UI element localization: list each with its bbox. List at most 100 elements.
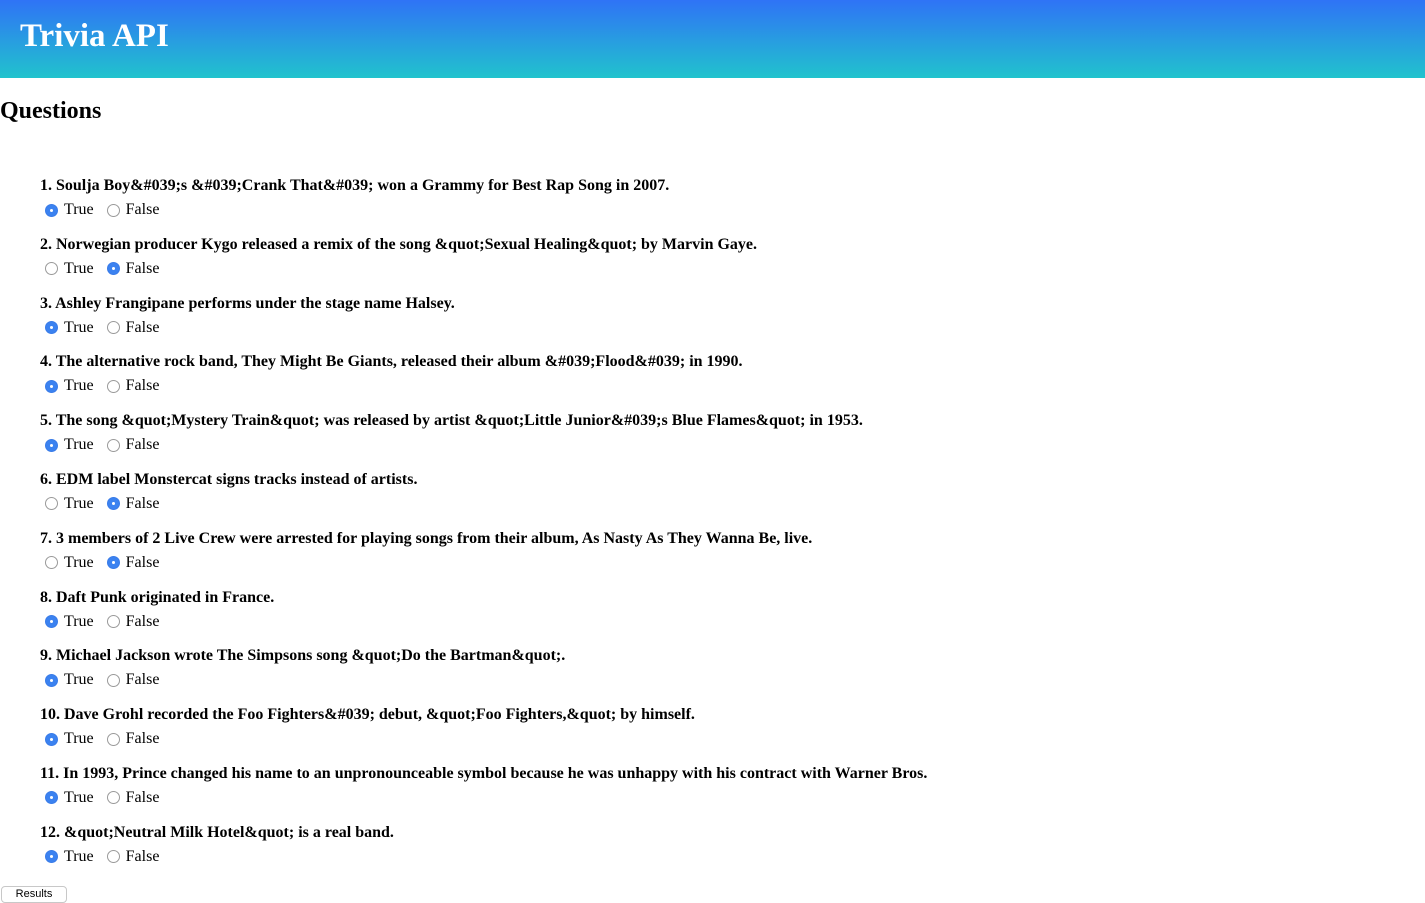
radio-true[interactable] (45, 850, 58, 864)
radio-true[interactable] (45, 791, 58, 805)
answer-options: True False (40, 788, 1400, 808)
answer-label-false: False (125, 377, 160, 395)
answer-option-false[interactable]: False (102, 612, 160, 631)
answer-option-false[interactable]: False (102, 201, 160, 219)
answer-options: True False (40, 670, 1400, 690)
question-item: 7. 3 members of 2 Live Crew were arreste… (40, 529, 1400, 588)
answer-label-true: True (64, 847, 94, 865)
app-title: Trivia API (20, 18, 169, 54)
answer-option-false[interactable]: False (102, 436, 160, 454)
question-item: 9. Michael Jackson wrote The Simpsons so… (40, 646, 1400, 705)
radio-false[interactable] (106, 203, 120, 217)
answer-label-false: False (125, 553, 160, 571)
answer-option-true[interactable]: True (40, 671, 94, 689)
answer-option-false[interactable]: False (102, 319, 159, 337)
question-text: 10. Dave Grohl recorded the Foo Fighters… (40, 706, 695, 724)
answer-label-true: True (64, 259, 94, 277)
answer-option-false[interactable]: False (102, 730, 160, 748)
answer-label-false: False (125, 788, 160, 806)
radio-true[interactable] (45, 438, 58, 452)
answer-label-true: True (64, 612, 94, 630)
section-title: Questions (0, 98, 102, 124)
answer-label-true: True (64, 201, 94, 218)
question-item: 12. &quot;Neutral Milk Hotel&quot; is a … (40, 823, 1400, 882)
answer-option-true[interactable]: True (40, 730, 94, 748)
answer-options: True False (40, 729, 1400, 749)
radio-true[interactable] (45, 732, 58, 746)
answer-option-true[interactable]: True (40, 554, 94, 572)
radio-true[interactable] (45, 556, 58, 570)
answer-label-true: True (64, 730, 94, 748)
answer-label-false: False (125, 730, 160, 748)
answer-options: True False (40, 318, 1400, 338)
question-item: 10. Dave Grohl recorded the Foo Fighters… (40, 705, 1400, 764)
radio-true[interactable] (45, 673, 58, 687)
radio-false[interactable] (106, 438, 120, 452)
answer-label-false: False (125, 671, 160, 689)
answer-label-false: False (125, 436, 160, 454)
radio-false[interactable] (106, 262, 120, 276)
answer-option-false[interactable]: False (102, 847, 160, 866)
question-text: 7. 3 members of 2 Live Crew were arreste… (40, 529, 813, 547)
answer-options: True False (40, 435, 1400, 455)
answer-option-true[interactable]: True (40, 495, 94, 513)
answer-option-false[interactable]: False (102, 671, 160, 689)
question-text: 3. Ashley Frangipane performs under the … (40, 294, 455, 312)
answer-options: True False (40, 200, 1400, 220)
answer-label-false: False (125, 612, 160, 630)
answer-label-true: True (64, 377, 94, 395)
answer-option-true[interactable]: True (40, 613, 94, 631)
answer-options: True False (40, 612, 1400, 632)
radio-true[interactable] (45, 321, 58, 335)
answer-label-true: True (64, 494, 94, 512)
answer-label-true: True (64, 318, 94, 336)
answer-option-true[interactable]: True (40, 260, 94, 278)
question-text: 5. The song &quot;Mystery Train&quot; wa… (40, 412, 863, 430)
answer-label-false: False (125, 847, 160, 865)
radio-false[interactable] (106, 379, 120, 393)
answer-label-true: True (64, 788, 94, 806)
question-text: 12. &quot;Neutral Milk Hotel&quot; is a … (40, 823, 394, 841)
answer-option-true[interactable]: True (40, 319, 94, 337)
answer-option-true[interactable]: True (40, 436, 94, 454)
question-item: 8. Daft Punk originated in France. True Fa… (40, 588, 1400, 647)
answer-label-false: False (125, 259, 160, 277)
radio-false[interactable] (106, 850, 120, 864)
radio-true[interactable] (45, 203, 58, 217)
answer-option-true[interactable]: True (40, 789, 94, 807)
question-text: 8. Daft Punk originated in France. (40, 588, 275, 606)
question-item: 3. Ashley Frangipane performs under the … (40, 294, 1400, 353)
question-text: 6. EDM label Monstercat signs tracks ins… (40, 470, 418, 488)
radio-false[interactable] (106, 791, 120, 805)
radio-false[interactable] (106, 673, 120, 687)
question-item: 11. In 1993, Prince changed his name to … (40, 764, 1400, 823)
radio-false[interactable] (106, 497, 120, 511)
radio-true[interactable] (45, 379, 58, 393)
answer-option-false[interactable]: False (102, 259, 160, 278)
results-button[interactable]: Results (1, 886, 67, 903)
question-list: 1. Soulja Boy&#039;s &#039;Crank That&#0… (40, 176, 1400, 882)
answer-option-false[interactable]: False (102, 788, 160, 807)
question-text: 9. Michael Jackson wrote The Simpsons so… (40, 647, 566, 665)
answer-options: True False (40, 259, 1400, 279)
answer-option-true[interactable]: True (40, 848, 94, 866)
question-text: 4. The alternative rock band, They Might… (40, 353, 743, 371)
answer-option-false[interactable]: False (102, 494, 160, 513)
answer-option-false[interactable]: False (102, 553, 160, 572)
answer-label-false: False (125, 494, 160, 512)
answer-option-false[interactable]: False (102, 377, 160, 395)
answer-option-true[interactable]: True (40, 377, 94, 395)
answer-label-true: True (64, 553, 94, 571)
answer-option-true[interactable]: True (40, 201, 94, 219)
radio-false[interactable] (106, 732, 120, 746)
radio-false[interactable] (106, 615, 120, 629)
radio-false[interactable] (106, 556, 120, 570)
answer-label-false: False (125, 201, 160, 218)
radio-true[interactable] (45, 497, 58, 511)
radio-true[interactable] (45, 262, 58, 276)
answer-label-true: True (64, 436, 94, 454)
answer-label-true: True (64, 671, 94, 689)
radio-true[interactable] (45, 615, 58, 629)
radio-false[interactable] (106, 321, 120, 335)
question-item: 2. Norwegian producer Kygo released a re… (40, 235, 1400, 294)
